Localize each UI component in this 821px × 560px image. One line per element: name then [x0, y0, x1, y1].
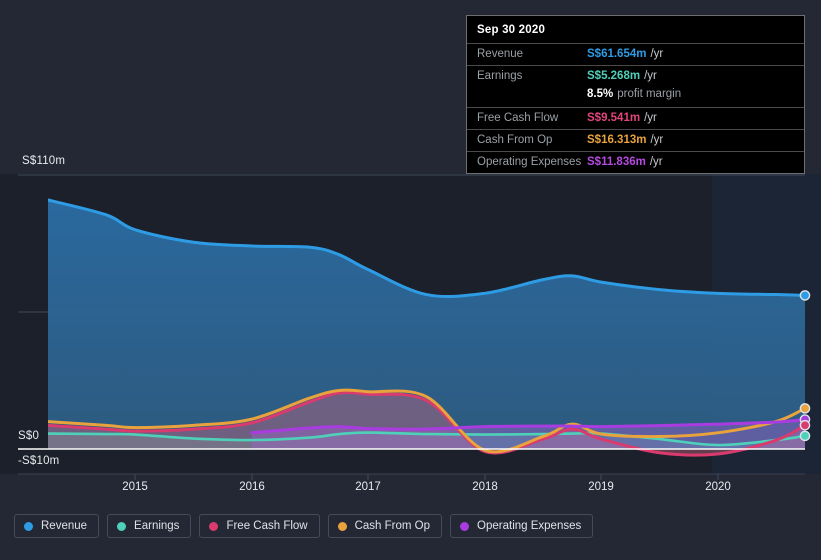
tooltip-row-profit-margin: 8.5% profit margin	[467, 87, 804, 107]
tooltip-row-value: S$61.654m	[587, 48, 647, 60]
x-axis-tick-2019: 2019	[588, 481, 614, 493]
tooltip-row-revenue: Revenue S$61.654m/yr	[467, 43, 804, 65]
tooltip-row-label: Earnings	[477, 70, 523, 82]
x-axis-tick-2015: 2015	[122, 481, 148, 493]
y-axis-label-top: S$110m	[22, 155, 66, 167]
tooltip-row-earnings: Earnings S$5.268m/yr	[467, 65, 804, 87]
legend-item-label: Cash From Op	[354, 520, 431, 532]
legend-item-label: Operating Expenses	[477, 520, 582, 532]
tooltip-row-label: Revenue	[477, 48, 524, 60]
legend-color-dot-icon	[24, 521, 33, 531]
legend-item-label: Earnings	[134, 520, 180, 532]
tooltip-row-value: S$5.268m	[587, 70, 641, 82]
y-axis-label-negative: -S$10m	[18, 455, 60, 467]
legend-color-dot-icon	[337, 521, 347, 531]
profit-margin-label: profit margin	[617, 88, 682, 100]
legend-color-dot-icon	[209, 521, 219, 531]
x-axis-tick-2017: 2017	[355, 481, 381, 493]
tooltip-date: Sep 30 2020	[477, 24, 546, 36]
tooltip-row-value: S$11.836m	[587, 156, 646, 168]
y-axis-label-zero: S$0	[18, 430, 40, 442]
tooltip-row-label: Operating Expenses	[477, 156, 582, 168]
chart-canvas	[0, 174, 821, 480]
financial-area-chart[interactable]	[0, 150, 821, 480]
tooltip-row-unit: /yr	[650, 134, 664, 146]
profit-margin-value: 8.5%	[587, 88, 614, 100]
chart-legend: Revenue Earnings Free Cash Flow Cash From O…	[14, 514, 594, 538]
legend-item-free-cash-flow[interactable]: Free Cash Flow	[199, 514, 320, 538]
tooltip-row-unit: /yr	[644, 70, 657, 82]
tooltip-row-operating-expenses: Operating Expenses S$11.836m/yr	[467, 151, 804, 173]
tooltip-row-unit: /yr	[650, 48, 664, 60]
x-axis-tick-2016: 2016	[239, 481, 265, 493]
tooltip-row-value: S$9.541m	[587, 112, 641, 124]
legend-item-cash-from-op[interactable]: Cash From Op	[327, 514, 443, 538]
legend-item-revenue[interactable]: Revenue	[14, 514, 100, 538]
chart-page: S$110m S$0 -S$10m 2015 2016 2017 2018 2019 20…	[0, 0, 821, 560]
tooltip-row-unit: /yr	[644, 112, 657, 124]
tooltip-row-unit: /yr	[649, 156, 663, 168]
legend-item-label: Free Cash Flow	[226, 520, 308, 532]
legend-color-dot-icon	[117, 521, 127, 531]
x-axis-tick-2018: 2018	[472, 481, 498, 493]
tooltip-row-label: Free Cash Flow	[477, 112, 559, 124]
legend-item-label: Revenue	[41, 520, 88, 532]
tooltip-row-free-cash-flow: Free Cash Flow S$9.541m/yr	[467, 107, 804, 129]
legend-item-earnings[interactable]: Earnings	[107, 514, 192, 538]
legend-color-dot-icon	[460, 521, 470, 531]
chart-tooltip: Sep 30 2020 Revenue S$61.654m/yr Earnings S…	[466, 15, 805, 174]
tooltip-rows: Revenue S$61.654m/yr Earnings S$5.268m/yr 8.…	[467, 43, 804, 173]
tooltip-row-cash-from-op: Cash From Op S$16.313m/yr	[467, 129, 804, 151]
x-axis-tick-2020: 2020	[705, 481, 731, 493]
tooltip-row-label: Cash From Op	[477, 134, 553, 146]
tooltip-row-value: S$16.313m	[587, 134, 647, 146]
legend-item-operating-expenses[interactable]: Operating Expenses	[450, 514, 594, 538]
